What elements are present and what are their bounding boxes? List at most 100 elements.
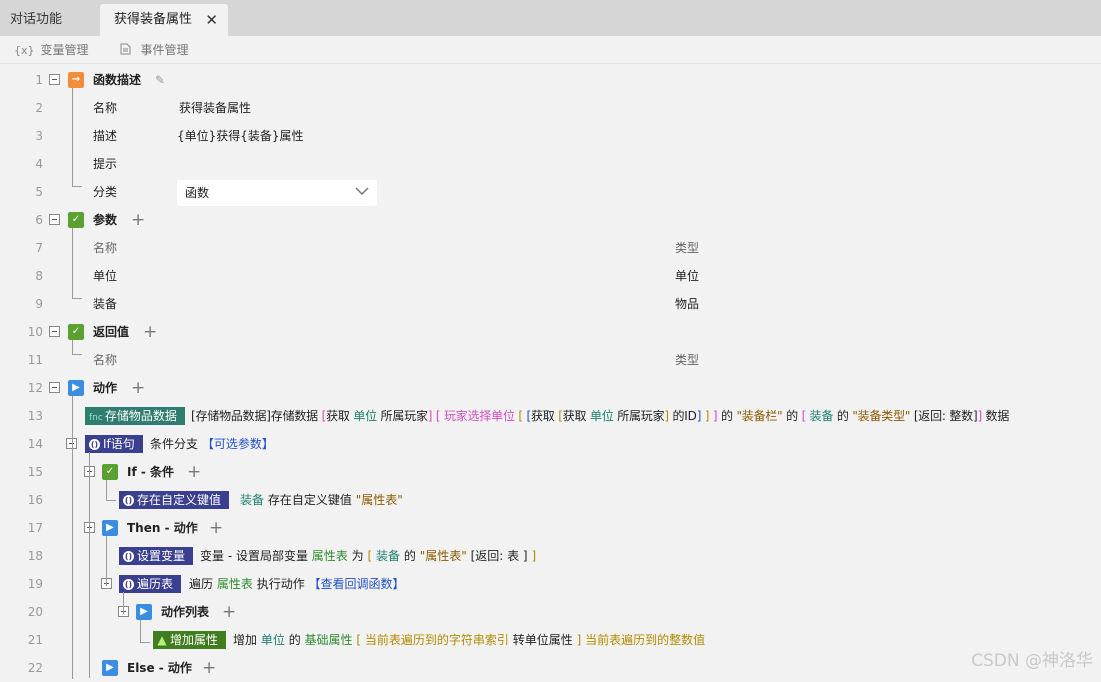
line-number: 2 — [35, 101, 43, 115]
return-col-type: 类型 — [675, 353, 700, 367]
tree-line — [72, 340, 73, 354]
tab-get-equip-attr[interactable]: 获得装备属性 ✕ — [100, 4, 228, 36]
then-label: Then - 动作 — [127, 521, 198, 535]
category-label: 分类 — [93, 185, 118, 199]
param-name[interactable]: 单位 — [93, 262, 117, 290]
key-exists-line[interactable]: 装备 存在自定义键值 "属性表" — [240, 486, 403, 514]
line-number: 11 — [27, 353, 43, 367]
tree-line — [72, 186, 82, 187]
close-icon[interactable]: ✕ — [205, 4, 218, 36]
tab-label: 获得装备属性 — [114, 12, 193, 27]
line-number: 15 — [27, 465, 43, 479]
tree-row-store: 13 fnc 存储物品数据 [存储物品数据]存储数据 [获取 单位 所属玩家] [… — [0, 402, 1101, 430]
tree-line — [72, 298, 82, 299]
params-col-name: 名称 — [93, 241, 118, 255]
tree-row-params-head: 7 名称 类型 — [0, 234, 1101, 262]
pencil-icon[interactable]: ✎ — [155, 66, 165, 94]
hint-label: 提示 — [93, 157, 118, 171]
chevron-down-icon — [355, 187, 369, 196]
loop-table-block[interactable]: () 遍历表 — [119, 575, 182, 593]
func-desc-header: 函数描述 — [93, 73, 142, 87]
collapse-toggle[interactable] — [49, 74, 60, 85]
desc-value[interactable]: {单位}获得{装备}属性 — [177, 122, 304, 150]
checkbox-icon: ✓ — [102, 464, 118, 480]
tree-line — [140, 620, 141, 642]
add-attribute-line[interactable]: 增加 单位 的 基础属性 [ 当前表遍历到的字符串索引 转单位属性 ] 当前表遍… — [233, 626, 705, 654]
set-variable-block[interactable]: () 设置变量 — [119, 547, 194, 565]
add-then-action-icon[interactable]: + — [209, 514, 223, 542]
return-col-name: 名称 — [93, 353, 118, 367]
add-param-icon[interactable]: + — [131, 206, 145, 234]
tree-row-cond: 16 () 存在自定义键值 装备 存在自定义键值 "属性表" — [0, 486, 1101, 514]
collapse-toggle[interactable] — [49, 382, 60, 393]
tree-row-if-stmt: 14 () If语句 条件分支 【可选参数】 — [0, 430, 1101, 458]
line-number: 19 — [27, 577, 43, 591]
tree-line — [89, 452, 90, 678]
tree-row-then: 17 ▶ Then - 动作 + — [0, 514, 1101, 542]
tree-line — [140, 642, 150, 643]
line-number: 18 — [27, 549, 43, 563]
watermark: CSDN @神洛华 — [971, 651, 1093, 671]
desc-label: 描述 — [93, 129, 118, 143]
add-return-icon[interactable]: + — [143, 318, 157, 346]
actions-header: 动作 — [93, 381, 118, 395]
tree-line — [106, 480, 107, 500]
tree-row-func-desc: 1 → 函数描述 ✎ — [0, 66, 1101, 94]
tree-row-add-attr: 21 ▲ 增加属性 增加 单位 的 基础属性 [ 当前表遍历到的字符串索引 转单位… — [0, 626, 1101, 654]
event-manage-button[interactable]: 事件管理 — [120, 36, 189, 65]
key-exists-block[interactable]: () 存在自定义键值 — [119, 491, 230, 509]
function-icon: → — [68, 72, 84, 88]
add-condition-icon[interactable]: + — [187, 458, 201, 486]
tree-row-category: 5 分类 函数 — [0, 178, 1101, 206]
tree-row-else: 22 ▶ Else - 动作 + — [0, 654, 1101, 682]
store-data-block[interactable]: fnc 存储物品数据 — [85, 407, 185, 425]
store-data-line[interactable]: [存储物品数据]存储数据 [获取 单位 所属玩家] [ 玩家选择单位 [ [获取… — [191, 402, 1009, 430]
variable-icon: {x} — [14, 44, 35, 57]
params-col-type: 类型 — [675, 241, 700, 255]
play-icon: ▶ — [136, 604, 152, 620]
loop-table-line[interactable]: 遍历 属性表 执行动作 【查看回调函数】 — [189, 570, 405, 598]
else-label: Else - 动作 — [127, 661, 192, 675]
tree-row-param: 8 单位 单位 — [0, 262, 1101, 290]
add-else-action-icon[interactable]: + — [202, 654, 216, 682]
line-number: 5 — [35, 185, 43, 199]
toolbar: {x} 变量管理 事件管理 — [0, 36, 1101, 64]
add-list-action-icon[interactable]: + — [222, 598, 236, 626]
line-number: 8 — [35, 269, 43, 283]
variable-manage-button[interactable]: {x} 变量管理 — [14, 36, 89, 65]
tree-row-param: 9 装备 物品 — [0, 290, 1101, 318]
tree-row-actions: 12 ▶ 动作 + — [0, 374, 1101, 402]
document-icon — [120, 43, 135, 57]
tree-line — [106, 500, 116, 501]
line-number: 10 — [27, 325, 43, 339]
checkbox-icon: ✓ — [68, 212, 84, 228]
line-number: 17 — [27, 521, 43, 535]
category-select[interactable]: 函数 — [177, 180, 377, 206]
add-attribute-block[interactable]: ▲ 增加属性 — [153, 631, 227, 649]
tree-row-if-cond: 15 ✓ If - 条件 + — [0, 458, 1101, 486]
name-label: 名称 — [93, 101, 118, 115]
param-type[interactable]: 物品 — [675, 290, 699, 318]
category-value: 函数 — [185, 186, 210, 200]
collapse-toggle[interactable] — [49, 214, 60, 225]
set-variable-line[interactable]: 变量 - 设置局部变量 属性表 为 [ 装备 的 "属性表" [返回: 表 ] … — [200, 542, 536, 570]
divider — [0, 63, 1101, 64]
params-header: 参数 — [93, 213, 118, 227]
if-statement-block[interactable]: () If语句 — [85, 435, 143, 453]
line-number: 4 — [35, 157, 43, 171]
param-type[interactable]: 单位 — [675, 262, 699, 290]
collapse-toggle[interactable] — [49, 326, 60, 337]
name-value[interactable]: 获得装备属性 — [179, 94, 251, 122]
line-number: 9 — [35, 297, 43, 311]
tree-line — [72, 354, 82, 355]
line-number: 22 — [27, 661, 43, 675]
tree-line — [106, 536, 107, 586]
tab-dialog[interactable]: 对话功能 — [10, 4, 62, 36]
line-number: 3 — [35, 129, 43, 143]
tree-line — [123, 592, 124, 614]
param-name[interactable]: 装备 — [93, 290, 117, 318]
tree-row-desc: 3 描述 {单位}获得{装备}属性 — [0, 122, 1101, 150]
if-statement-text[interactable]: 条件分支 【可选参数】 — [150, 430, 274, 458]
tree-line — [72, 396, 73, 679]
add-action-icon[interactable]: + — [131, 374, 145, 402]
